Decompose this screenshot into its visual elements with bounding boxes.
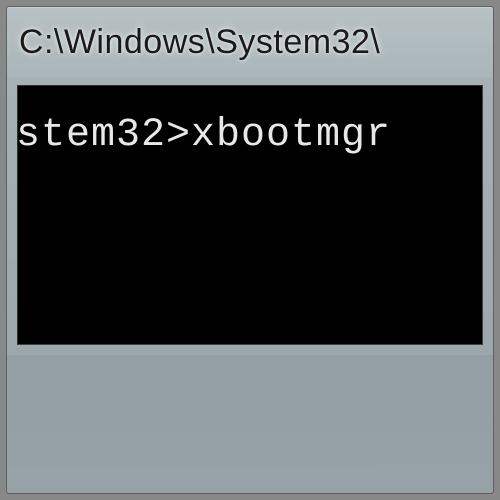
window-title: : C:\Windows\System32\ <box>6 23 380 62</box>
title-bar[interactable]: : C:\Windows\System32\ <box>7 7 493 77</box>
terminal-viewport[interactable]: stem32>xbootmgr <box>18 86 482 344</box>
window-lower-area <box>7 355 493 494</box>
console-border: stem32>xbootmgr <box>17 85 483 345</box>
screenshot-frame: : C:\Windows\System32\ stem32>xbootmgr <box>0 0 500 500</box>
window-chrome: : C:\Windows\System32\ stem32>xbootmgr <box>6 6 494 494</box>
terminal-line: stem32>xbootmgr <box>18 112 482 160</box>
